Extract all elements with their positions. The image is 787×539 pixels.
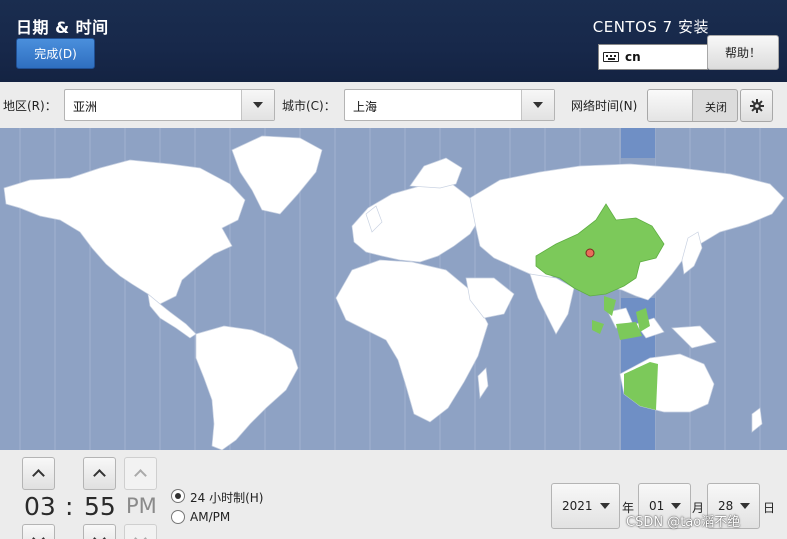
city-value: 上海 xyxy=(353,100,378,114)
chevron-up-icon xyxy=(134,469,147,482)
chevron-down-icon xyxy=(134,532,147,539)
region-label: 地区(R)： xyxy=(3,99,57,113)
chevron-down-icon xyxy=(253,102,263,108)
format-24h-label: 24 小时制(H) xyxy=(190,491,264,505)
city-label: 城市(C)： xyxy=(282,99,336,113)
timezone-map[interactable] xyxy=(0,128,787,450)
chevron-down-icon xyxy=(740,503,751,509)
date-time-screen: 日期 & 时间 完成(D) CENTOS 7 安装 cn 帮助！ 地区(R)： … xyxy=(0,0,787,539)
timezone-toolbar: 地区(R)： 亚洲 城市(C)： 上海 网络时间(N) 关闭 xyxy=(0,82,787,128)
format-ampm-radio[interactable] xyxy=(171,510,185,524)
keyboard-layout-indicator[interactable]: cn xyxy=(598,44,708,70)
minute-down-button[interactable] xyxy=(83,524,116,539)
network-time-toggle[interactable]: 关闭 xyxy=(647,89,738,122)
time-separator: : xyxy=(65,492,74,521)
keyboard-icon xyxy=(603,52,619,62)
keyboard-layout-label: cn xyxy=(625,50,641,64)
minute-value: 55 xyxy=(84,492,116,521)
toggle-knob xyxy=(648,90,693,121)
done-button[interactable]: 完成(D) xyxy=(16,38,95,69)
chevron-up-icon xyxy=(32,469,45,482)
network-time-label: 网络时间(N) xyxy=(571,99,638,113)
header-bar: 日期 & 时间 完成(D) CENTOS 7 安装 cn 帮助！ xyxy=(0,0,787,82)
chevron-down-icon xyxy=(533,102,543,108)
chevron-down-icon xyxy=(32,532,45,539)
network-time-settings-button[interactable] xyxy=(740,89,773,122)
selected-city-marker[interactable] xyxy=(585,248,595,258)
minute-up-button[interactable] xyxy=(83,457,116,490)
chevron-up-icon xyxy=(93,469,106,482)
ampm-up-button[interactable] xyxy=(124,457,157,490)
region-value: 亚洲 xyxy=(73,100,98,114)
hour-down-button[interactable] xyxy=(22,524,55,539)
year-value: 2021 xyxy=(562,499,593,513)
region-dropdown-button[interactable] xyxy=(241,90,274,120)
day-unit-label: 日 xyxy=(763,501,776,515)
network-time-state: 关闭 xyxy=(705,101,727,114)
help-button[interactable]: 帮助！ xyxy=(707,35,779,70)
format-24h-radio[interactable] xyxy=(171,489,185,503)
watermark-text: CSDN @tao滔不绝 xyxy=(626,515,741,530)
land-masses xyxy=(3,135,785,450)
page-title: 日期 & 时间 xyxy=(16,18,109,37)
hour-value: 03 xyxy=(24,492,56,521)
year-combo[interactable]: 2021 xyxy=(551,483,620,529)
format-ampm-label: AM/PM xyxy=(190,510,231,524)
city-dropdown-button[interactable] xyxy=(521,90,554,120)
region-combo[interactable]: 亚洲 xyxy=(64,89,275,121)
ampm-value: PM xyxy=(126,494,157,518)
chevron-down-icon xyxy=(671,503,682,509)
product-title: CENTOS 7 安装 xyxy=(592,18,709,36)
gear-icon xyxy=(749,98,764,113)
hour-up-button[interactable] xyxy=(22,457,55,490)
chevron-down-icon xyxy=(599,503,610,509)
ampm-down-button[interactable] xyxy=(124,524,157,539)
chevron-down-icon xyxy=(93,532,106,539)
city-combo[interactable]: 上海 xyxy=(344,89,555,121)
